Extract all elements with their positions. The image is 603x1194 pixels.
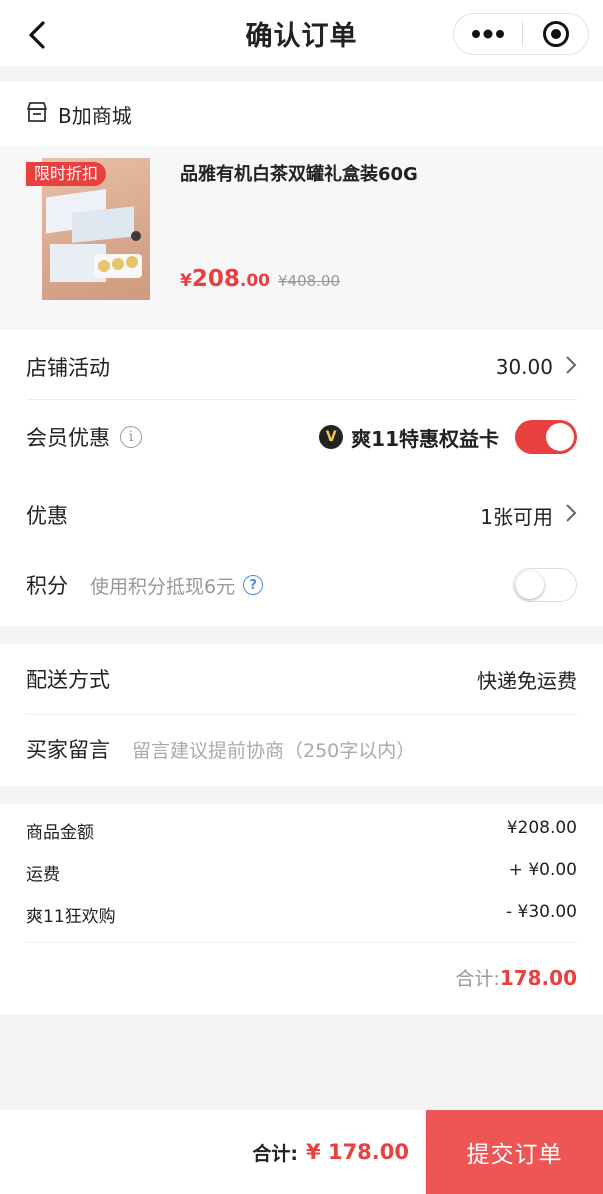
buyer-memo-input[interactable]: 留言建议提前协商（250字以内） [132,736,415,763]
footer-total-value: ¥ 178.00 [306,1140,409,1164]
points-row: 积分 使用积分抵现6元 ? [26,562,577,608]
product-price: ¥ 208 .00 ¥408.00 [180,266,340,292]
help-icon[interactable]: ? [243,575,264,595]
summary-label: 运费 [26,865,60,885]
options-section: 店铺活动 30.00 会员优惠 i V 爽11特惠权益卡 优惠 1张可用 积分 … [0,330,603,626]
vip-badge-icon: V [319,425,344,449]
summary-value: - ¥30.00 [505,902,577,922]
summary-value: + ¥0.00 [508,860,577,880]
summary-row-promo: 爽11狂欢购 - ¥30.00 [26,902,577,927]
chevron-right-icon [565,355,577,379]
mini-program-capsule [453,13,589,55]
delivery-section: 配送方式 快递免运费 买家留言 留言建议提前协商（250字以内） [0,644,603,786]
coupon-row[interactable]: 优惠 1张可用 [26,492,577,538]
nav-bar: 确认订单 [0,0,603,66]
page-title: 确认订单 [245,20,358,52]
member-discount-row: 会员优惠 i V 爽11特惠权益卡 [26,414,577,460]
discount-tag: 限时折扣 [26,162,107,186]
store-activity-row[interactable]: 店铺活动 30.00 [26,344,577,390]
divider [26,714,577,715]
store-activity-value: 30.00 [495,355,553,379]
close-target-icon[interactable] [523,14,588,54]
points-description: 使用积分抵现6元 [90,575,236,598]
footer-total-label: 合计: [252,1142,299,1165]
delivery-row: 配送方式 快递免运费 [26,656,577,702]
original-price: ¥408.00 [277,272,341,290]
bottom-bar: 合计: ¥ 178.00 提交订单 [0,1110,603,1194]
member-toggle[interactable] [515,420,577,454]
summary-total: 合计: 178.00 [455,964,577,991]
footer-total: 合计: ¥ 178.00 [252,1110,409,1194]
buyer-memo-row[interactable]: 买家留言 留言建议提前协商（250字以内） [26,726,577,772]
chevron-right-icon [565,503,577,527]
delivery-value: 快递免运费 [477,668,577,693]
price-integer: 208 [191,266,240,292]
points-label: 积分 [26,574,68,598]
store-icon [26,101,48,127]
info-icon[interactable]: i [120,426,142,448]
toggle-knob [516,571,544,599]
shop-name: B加商城 [58,103,132,128]
delivery-label: 配送方式 [26,668,110,692]
shop-header[interactable]: B加商城 [0,82,603,146]
points-toggle[interactable] [513,568,577,602]
price-decimal: .00 [239,271,270,291]
divider [26,399,577,400]
summary-row-shipping: 运费 + ¥0.00 [26,860,577,885]
coupon-label: 优惠 [26,504,68,528]
member-card-name: 爽11特惠权益卡 [351,426,499,451]
back-arrow-icon[interactable] [22,20,52,50]
buyer-memo-label: 买家留言 [26,738,110,762]
summary-total-value: 178.00 [499,966,577,990]
summary-row-goods: 商品金额 ¥208.00 [26,818,577,843]
summary-value: ¥208.00 [506,818,577,838]
coupon-value: 1张可用 [480,504,553,529]
member-discount-label: 会员优惠 [26,426,110,450]
summary-label: 爽11狂欢购 [26,907,116,927]
submit-order-button[interactable]: 提交订单 [426,1110,603,1194]
toggle-knob [546,423,574,451]
product-name: 品雅有机白茶双罐礼盒装60G [180,164,418,185]
store-activity-label: 店铺活动 [26,356,110,380]
summary-total-label: 合计: [455,968,500,990]
price-currency: ¥ [180,271,192,291]
summary-label: 商品金额 [26,823,94,843]
divider [26,942,577,943]
more-icon[interactable] [454,14,522,54]
